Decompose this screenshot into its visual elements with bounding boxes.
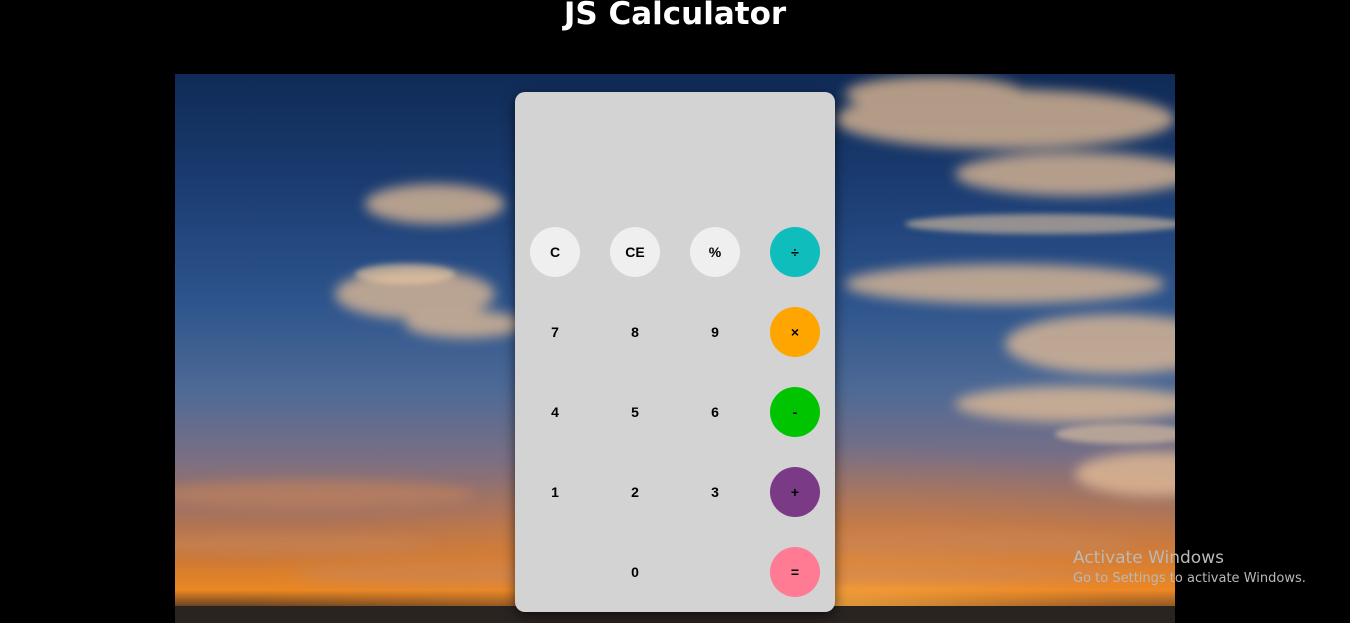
calculator-display (515, 92, 835, 222)
clear-entry-button[interactable]: CE (610, 227, 660, 277)
percent-button[interactable]: % (690, 227, 740, 277)
digit-2-button[interactable]: 2 (610, 467, 660, 517)
multiply-button[interactable]: × (770, 307, 820, 357)
page-title: JS Calculator (563, 0, 787, 32)
equals-button[interactable]: = (770, 547, 820, 597)
subtract-button[interactable]: - (770, 387, 820, 437)
activate-windows-title: Activate Windows (1073, 548, 1224, 568)
activate-windows-subtitle: Go to Settings to activate Windows. (1073, 571, 1306, 586)
calculator: C CE % ÷ 7 8 9 × 4 5 6 - 1 2 3 + 0 = (515, 92, 835, 612)
clear-button[interactable]: C (530, 227, 580, 277)
digit-7-button[interactable]: 7 (530, 307, 580, 357)
digit-9-button[interactable]: 9 (690, 307, 740, 357)
digit-1-button[interactable]: 1 (530, 467, 580, 517)
digit-5-button[interactable]: 5 (610, 387, 660, 437)
digit-6-button[interactable]: 6 (690, 387, 740, 437)
digit-0-button[interactable]: 0 (610, 547, 660, 597)
divide-button[interactable]: ÷ (770, 227, 820, 277)
digit-8-button[interactable]: 8 (610, 307, 660, 357)
digit-4-button[interactable]: 4 (530, 387, 580, 437)
add-button[interactable]: + (770, 467, 820, 517)
digit-3-button[interactable]: 3 (690, 467, 740, 517)
activate-windows-watermark: Activate Windows Go to Settings to activ… (1073, 547, 1306, 589)
